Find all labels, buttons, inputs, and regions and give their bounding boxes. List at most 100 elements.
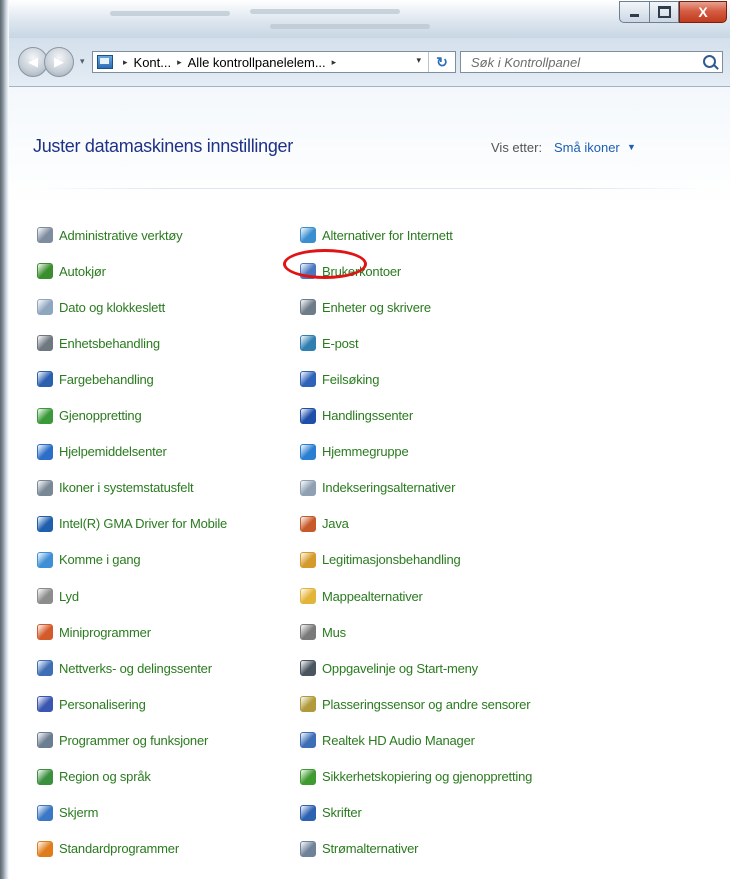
close-icon: X xyxy=(698,4,708,20)
control-panel-item-label: Nettverks- og delingssenter xyxy=(59,660,212,676)
back-arrow-icon: ◀ xyxy=(28,54,38,69)
minimize-icon xyxy=(630,14,639,17)
control-panel-item-label: Ikoner i systemstatusfelt xyxy=(59,480,194,496)
control-panel-item-label: Oppgavelinje og Start-meny xyxy=(322,660,478,676)
date-time-icon xyxy=(37,299,53,316)
search-input[interactable] xyxy=(469,53,693,71)
control-panel-item[interactable]: Legitimasjonsbehandling xyxy=(300,551,461,569)
control-panel-item[interactable]: Programmer og funksjoner xyxy=(37,731,208,749)
indexing-options-icon xyxy=(300,479,316,496)
address-dropdown-icon[interactable]: ▾ xyxy=(416,55,421,66)
forward-arrow-icon: ▶ xyxy=(54,54,64,69)
breadcrumb-separator[interactable]: ▸ xyxy=(177,57,182,68)
control-panel-item[interactable]: Plasseringssensor og andre sensorer xyxy=(300,695,531,713)
control-panel-item[interactable]: Nettverks- og delingssenter xyxy=(37,659,212,677)
refresh-button[interactable]: ↻ xyxy=(428,52,455,72)
control-panel-item-label: Sikkerhetskopiering og gjenoppretting xyxy=(322,769,533,784)
control-panel-item[interactable]: Enheter og skrivere xyxy=(300,298,431,316)
getting-started-icon xyxy=(37,551,53,568)
control-panel-item[interactable]: Strømalternativer xyxy=(300,840,418,858)
control-panel-item-label: Gjenoppretting xyxy=(59,408,142,423)
folder-options-icon xyxy=(300,588,316,604)
control-panel-item-label: Strømalternativer xyxy=(322,841,419,857)
control-panel-item[interactable]: Lyd xyxy=(37,587,79,605)
control-panel-item-label: Realtek HD Audio Manager xyxy=(322,732,475,748)
control-panel-item[interactable]: Alternativer for Internett xyxy=(300,226,453,244)
view-by-dropdown[interactable]: Små ikoner xyxy=(554,140,620,155)
control-panel-item-label: Standardprogrammer xyxy=(59,841,179,857)
blurred-background-text xyxy=(270,24,430,29)
taskbar-start-icon xyxy=(300,660,316,677)
search-box[interactable] xyxy=(460,51,723,73)
control-panel-item[interactable]: Oppgavelinje og Start-meny xyxy=(300,659,478,677)
recent-pages-dropdown[interactable]: ▾ xyxy=(80,56,85,67)
control-panel-item[interactable]: Standardprogrammer xyxy=(37,840,179,858)
control-panel-item-label: Administrative verktøy xyxy=(59,227,183,243)
control-panel-item[interactable]: Hjemmegruppe xyxy=(300,443,409,461)
control-panel-item[interactable]: Hjelpemiddelsenter xyxy=(37,443,167,461)
control-panel-item-label: Enhetsbehandling xyxy=(59,335,160,351)
region-language-icon xyxy=(37,768,53,785)
control-panel-item-label: Mappealternativer xyxy=(322,588,423,604)
control-panel-item[interactable]: Miniprogrammer xyxy=(37,623,151,641)
control-panel-item-label: Enheter og skrivere xyxy=(322,299,431,315)
control-panel-item[interactable]: Mus xyxy=(300,623,346,641)
control-panel-item[interactable]: Gjenoppretting xyxy=(37,407,142,425)
navigation-toolbar: ◀ ▶ ▾ ▸ Kont... ▸ Alle kontrollpanelelem… xyxy=(0,38,730,87)
control-panel-item-label: Plasseringssensor og andre sensorer xyxy=(322,696,531,712)
control-panel-item[interactable]: E-post xyxy=(300,334,359,352)
control-panel-item[interactable]: Fargebehandling xyxy=(37,370,154,388)
control-panel-window: X ◀ ▶ ▾ ▸ Kont... ▸ Alle kontrollpanelel… xyxy=(0,0,730,879)
control-panel-item[interactable]: Enhetsbehandling xyxy=(37,334,160,352)
view-by-caret-icon[interactable]: ▼ xyxy=(627,142,636,152)
backup-restore-icon xyxy=(300,768,316,785)
control-panel-item-label: Alternativer for Internett xyxy=(322,227,453,243)
control-panel-item[interactable]: Region og språk xyxy=(37,768,151,786)
control-panel-item-label: Legitimasjonsbehandling xyxy=(322,552,461,568)
control-panel-item[interactable]: Mappealternativer xyxy=(300,587,423,605)
control-panel-item-label: Intel(R) GMA Driver for Mobile xyxy=(59,516,228,532)
control-panel-item-label: Miniprogrammer xyxy=(59,624,151,640)
control-panel-item-label: Autokjør xyxy=(59,263,106,279)
close-button[interactable]: X xyxy=(679,1,727,23)
personalization-icon xyxy=(37,696,53,713)
breadcrumb-separator[interactable]: ▸ xyxy=(332,57,337,68)
control-panel-item[interactable]: Ikoner i systemstatusfelt xyxy=(37,479,194,497)
control-panel-item[interactable]: Indekseringsalternativer xyxy=(300,479,455,497)
control-panel-item-label: Programmer og funksjoner xyxy=(59,732,209,748)
control-panel-item[interactable]: Skjerm xyxy=(37,804,98,822)
fonts-icon xyxy=(300,804,316,821)
title-bar[interactable]: X xyxy=(0,0,730,38)
control-panel-item[interactable]: Komme i gang xyxy=(37,551,141,569)
breadcrumb-separator[interactable]: ▸ xyxy=(123,57,128,68)
breadcrumb-alle-elementer[interactable]: Alle kontrollpanelelem... xyxy=(188,55,326,70)
control-panel-item-label: E-post xyxy=(322,335,359,351)
control-panel-item[interactable]: Personalisering xyxy=(37,695,146,713)
control-panel-item[interactable]: Feilsøking xyxy=(300,370,379,388)
control-panel-item[interactable]: Handlingssenter xyxy=(300,407,413,425)
address-bar[interactable]: ▸ Kont... ▸ Alle kontrollpanelelem... ▸ … xyxy=(92,51,456,73)
maximize-button[interactable] xyxy=(649,1,679,23)
realtek-audio-icon xyxy=(300,732,316,749)
sound-icon xyxy=(37,588,53,604)
internet-options-icon xyxy=(300,227,316,243)
breadcrumb-kontrollpanel[interactable]: Kont... xyxy=(134,55,172,70)
forward-button[interactable]: ▶ xyxy=(44,47,74,77)
control-panel-item-label: Personalisering xyxy=(59,696,146,712)
minimize-button[interactable] xyxy=(619,1,649,23)
control-panel-item[interactable]: Realtek HD Audio Manager xyxy=(300,731,475,749)
control-panel-item-label: Skjerm xyxy=(59,805,99,821)
control-panel-item[interactable]: Dato og klokkeslett xyxy=(37,298,165,316)
control-panel-item[interactable]: Autokjør xyxy=(37,262,106,280)
devices-printers-icon xyxy=(300,299,316,316)
gadgets-icon xyxy=(37,624,53,641)
control-panel-item-label: Handlingssenter xyxy=(322,408,413,423)
troubleshooting-icon xyxy=(300,371,316,388)
search-icon[interactable] xyxy=(703,55,716,68)
control-panel-item[interactable]: Administrative verktøy xyxy=(37,226,183,244)
control-panel-item[interactable]: Java xyxy=(300,515,349,533)
device-manager-icon xyxy=(37,335,53,352)
control-panel-item[interactable]: Intel(R) GMA Driver for Mobile xyxy=(37,515,227,533)
control-panel-item[interactable]: Sikkerhetskopiering og gjenoppretting xyxy=(300,768,532,786)
control-panel-item[interactable]: Skrifter xyxy=(300,804,362,822)
